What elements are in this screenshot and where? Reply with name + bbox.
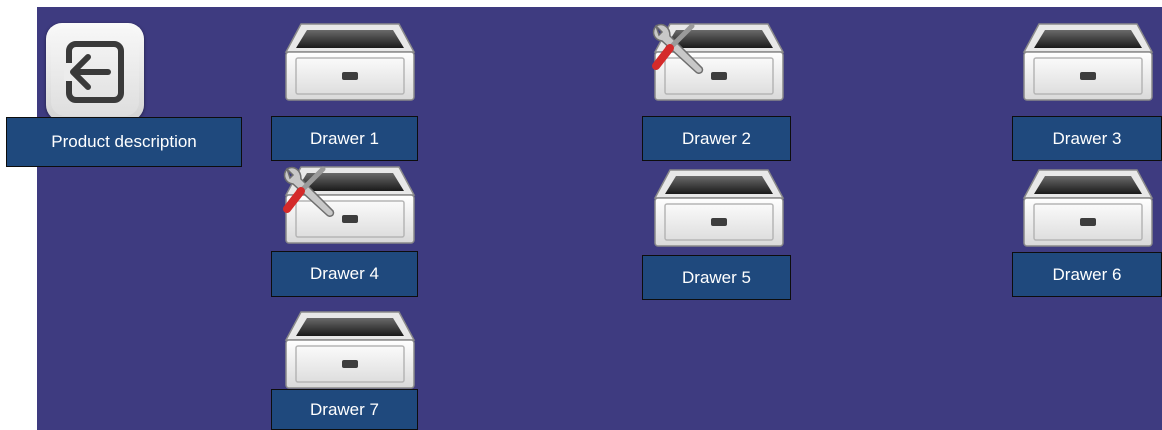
drawer-3-button[interactable]: Drawer 3 — [1012, 116, 1162, 161]
drawer-7-icon[interactable] — [283, 308, 417, 392]
wrench-icon — [648, 16, 710, 78]
drawer-5-button[interactable]: Drawer 5 — [642, 255, 791, 300]
drawer-7-button[interactable]: Drawer 7 — [271, 389, 418, 430]
drawer-4-button[interactable]: Drawer 4 — [271, 251, 418, 297]
drawer-3-icon[interactable] — [1021, 20, 1155, 104]
drawer-2-icon[interactable] — [652, 20, 786, 104]
drawer-1-icon[interactable] — [283, 20, 417, 104]
back-button[interactable] — [46, 23, 144, 121]
drawer-4-icon[interactable] — [283, 163, 417, 247]
drawer-5-icon[interactable] — [652, 166, 786, 250]
product-description-button[interactable]: Product description — [6, 117, 242, 167]
drawer-1-button[interactable]: Drawer 1 — [271, 116, 418, 161]
drawer-6-icon[interactable] — [1021, 166, 1155, 250]
exit-arrow-icon — [64, 41, 124, 103]
main-panel — [37, 7, 1162, 430]
drawer-2-button[interactable]: Drawer 2 — [642, 116, 791, 161]
drawer-6-button[interactable]: Drawer 6 — [1012, 252, 1162, 297]
wrench-icon — [279, 159, 341, 221]
